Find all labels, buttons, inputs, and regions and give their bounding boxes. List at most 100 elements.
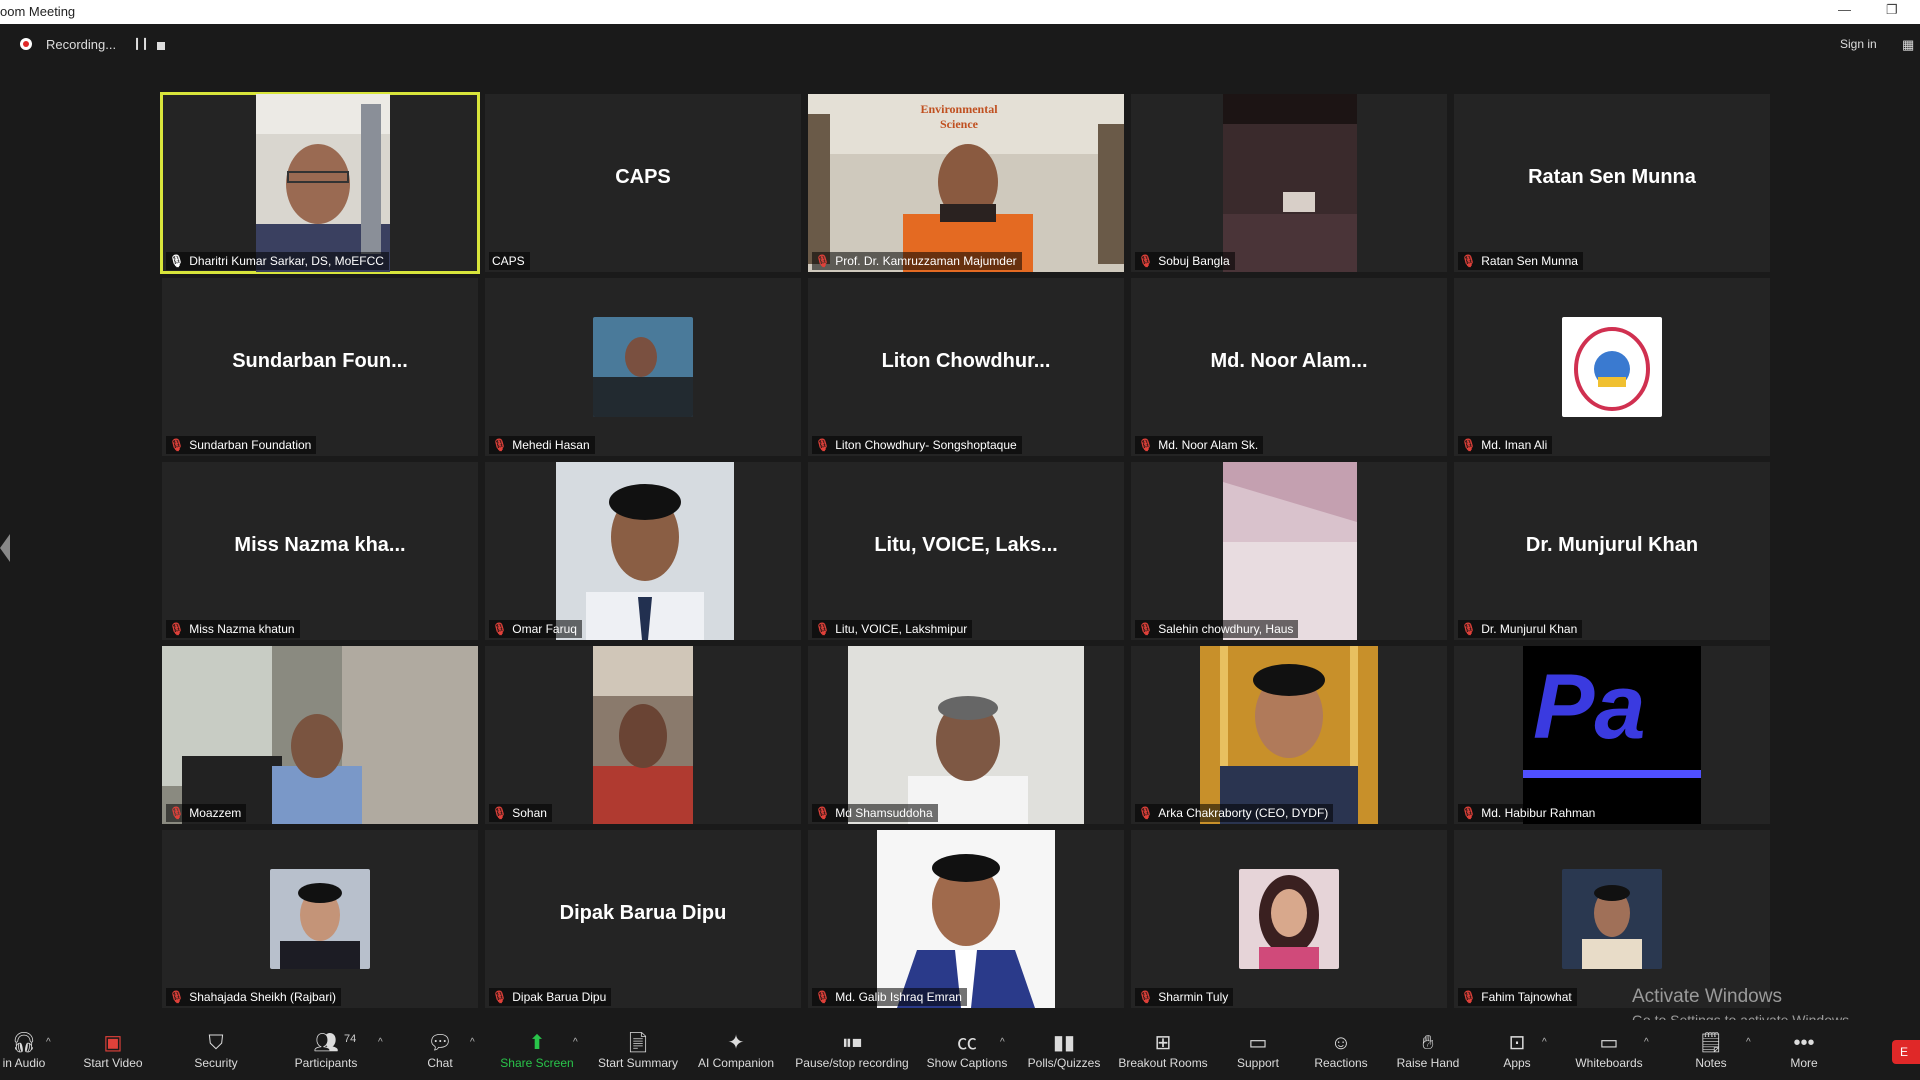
polls-quizzes-button[interactable]: ▮▮ Polls/Quizzes (1024, 1020, 1104, 1080)
participant-video: Pa (1523, 646, 1701, 824)
video-tile[interactable]: 🎙︎ Dharitri Kumar Sarkar, DS, MoEFCC (160, 92, 480, 274)
participant-display-name: Dr. Munjurul Khan (1525, 534, 1699, 556)
video-tile[interactable]: 🎙︎ Mehedi Hasan (485, 278, 801, 456)
view-grid-icon[interactable]: ▦ (1902, 37, 1914, 53)
audio-options-caret-icon[interactable]: ^ (46, 1037, 51, 1048)
notes-options-caret-icon[interactable]: ^ (1746, 1037, 1751, 1048)
video-tile[interactable]: Pa 🎙︎ Md. Habibur Rahman (1454, 646, 1770, 824)
captions-icon: ㏄ (957, 1032, 977, 1054)
video-tile[interactable]: Liton Chowdhur... 🎙︎ Liton Chowdhury- Son… (808, 278, 1124, 456)
security-button[interactable]: ⛉ Security (186, 1020, 246, 1080)
window-title: oom Meeting (0, 4, 76, 19)
apps-button[interactable]: ⊡ Apps (1494, 1020, 1540, 1080)
more-button[interactable]: ••• More (1782, 1020, 1826, 1080)
whiteboard-icon: ▭ (1599, 1032, 1619, 1054)
video-tile[interactable]: 🎙︎ Moazzem (162, 646, 478, 824)
video-tile[interactable]: 🎙︎ Omar Faruq (485, 462, 801, 640)
participant-avatar (1239, 869, 1339, 969)
video-tile[interactable]: 🎙︎ Md. Iman Ali (1454, 278, 1770, 456)
participant-avatar (593, 317, 693, 417)
breakout-rooms-button[interactable]: ⊞ Breakout Rooms (1116, 1020, 1210, 1080)
video-off-icon: ▣ (103, 1032, 123, 1054)
share-options-caret-icon[interactable]: ^ (573, 1037, 578, 1048)
participant-video (556, 462, 734, 640)
svg-text:Pa: Pa (1533, 656, 1646, 758)
video-tile[interactable]: Miss Nazma kha... 🎙︎ Miss Nazma khatun (162, 462, 478, 640)
window-title-bar: oom Meeting — ❐ (0, 0, 1920, 24)
mic-muted-icon: 🎙︎ (492, 622, 508, 636)
participant-video (256, 94, 390, 272)
video-tile[interactable]: Sundarban Foun... 🎙︎ Sundarban Foundation (162, 278, 478, 456)
video-tile[interactable]: 🎙︎ Shahajada Sheikh (Rajbari) (162, 830, 478, 1008)
raise-hand-icon: ✋︎ (1422, 1032, 1434, 1054)
mic-muted-icon: 🎙︎ (1138, 990, 1154, 1004)
video-tile[interactable]: Dipak Barua Dipu 🎙︎ Dipak Barua Dipu (485, 830, 801, 1008)
start-video-button[interactable]: ▣ Start Video (78, 1020, 148, 1080)
video-tile[interactable]: Md. Noor Alam... 🎙︎ Md. Noor Alam Sk. (1131, 278, 1447, 456)
pause-stop-icon: ⏸⏹ (842, 1032, 862, 1054)
mic-muted-icon: 🎙︎ (815, 622, 831, 636)
video-tile[interactable]: Dr. Munjurul Khan 🎙︎ Dr. Munjurul Khan (1454, 462, 1770, 640)
video-tile[interactable]: 🎙︎ Arka Chakraborty (CEO, DYDF) (1131, 646, 1447, 824)
participant-avatar (1562, 869, 1662, 969)
raise-hand-button[interactable]: ✋︎ Raise Hand (1392, 1020, 1464, 1080)
whiteboards-button[interactable]: ▭ Whiteboards (1568, 1020, 1650, 1080)
mic-muted-icon: 🎙︎ (1138, 254, 1154, 268)
notes-button[interactable]: 🗒︎ Notes (1688, 1020, 1734, 1080)
participant-avatar (270, 869, 370, 969)
meeting-toolbar: 🎧︎ in Audio ^ ▣ Start Video ⛉ Security 👥… (0, 1020, 1920, 1080)
reactions-icon: ☺ (1330, 1032, 1352, 1054)
participant-name-label: 🎙︎ Md. Habibur Rahman (1458, 804, 1601, 822)
microphone-icon: 🎙︎ (169, 254, 185, 268)
video-tile[interactable]: 🎙︎ Sobuj Bangla (1131, 94, 1447, 272)
participant-display-name: Dipak Barua Dipu (559, 902, 727, 924)
activate-windows-title: Activate Windows (1632, 986, 1782, 1007)
reactions-button[interactable]: ☺ Reactions (1304, 1020, 1378, 1080)
video-tile[interactable]: 🎙︎ Fahim Tajnowhat (1454, 830, 1770, 1008)
video-tile[interactable]: Environmental Science 🎙︎ Prof. Dr. Kamruz… (808, 94, 1124, 272)
pause-recording-icon[interactable]: ❙❙ (132, 36, 150, 50)
pause-stop-recording-button[interactable]: ⏸⏹ Pause/stop recording (790, 1020, 914, 1080)
participants-button[interactable]: 👥︎ Participants (290, 1020, 362, 1080)
video-tile[interactable]: CAPS CAPS (485, 94, 801, 272)
captions-options-caret-icon[interactable]: ^ (1000, 1037, 1005, 1048)
participant-name-label: 🎙︎ Dr. Munjurul Khan (1458, 620, 1583, 638)
video-tile[interactable]: 🎙︎ Md. Galib Ishraq Emran (808, 830, 1124, 1008)
show-captions-button[interactable]: ㏄ Show Captions (924, 1020, 1010, 1080)
chat-options-caret-icon[interactable]: ^ (470, 1037, 475, 1048)
video-tile[interactable]: 🎙︎ Sharmin Tuly (1131, 830, 1447, 1008)
participants-options-caret-icon[interactable]: ^ (378, 1037, 383, 1048)
participant-name-label: CAPS (489, 252, 530, 270)
stop-recording-icon[interactable] (157, 42, 165, 50)
participant-name-label: 🎙︎ Dipak Barua Dipu (489, 988, 612, 1006)
whiteboards-options-caret-icon[interactable]: ^ (1644, 1037, 1649, 1048)
video-tile[interactable]: Ratan Sen Munna 🎙︎ Ratan Sen Munna (1454, 94, 1770, 272)
chat-button[interactable]: 💬︎ Chat (420, 1020, 460, 1080)
share-screen-icon: ⬆ (528, 1032, 546, 1054)
participant-avatar (1562, 317, 1662, 417)
participants-count: 74 (344, 1033, 357, 1045)
previous-page-arrow-icon[interactable] (0, 534, 10, 562)
video-tile[interactable]: Litu, VOICE, Laks... 🎙︎ Litu, VOICE, Laks… (808, 462, 1124, 640)
mic-muted-icon: 🎙︎ (1461, 254, 1477, 268)
restore-icon[interactable]: ❐ (1886, 2, 1898, 18)
support-button[interactable]: ▭ Support (1226, 1020, 1290, 1080)
sign-in-link[interactable]: Sign in (1840, 37, 1877, 51)
more-dots-icon: ••• (1793, 1032, 1815, 1054)
video-tile[interactable]: 🎙︎ Sohan (485, 646, 801, 824)
mic-muted-icon: 🎙︎ (169, 806, 185, 820)
apps-options-caret-icon[interactable]: ^ (1542, 1037, 1547, 1048)
mic-muted-icon: 🎙︎ (1461, 990, 1477, 1004)
headphones-icon: 🎧︎ (11, 1032, 37, 1054)
participant-name-label: 🎙︎ Liton Chowdhury- Songshoptaque (812, 436, 1022, 454)
participant-name-label: 🎙︎ Sobuj Bangla (1135, 252, 1235, 270)
start-summary-button[interactable]: 📄︎ Start Summary (594, 1020, 682, 1080)
share-screen-button[interactable]: ⬆ Share Screen (498, 1020, 576, 1080)
ai-companion-button[interactable]: ✦ AI Companion (694, 1020, 778, 1080)
end-meeting-button[interactable]: E (1892, 1040, 1920, 1064)
minimize-icon[interactable]: — (1838, 2, 1851, 17)
join-audio-button[interactable]: 🎧︎ in Audio (0, 1020, 48, 1080)
video-tile[interactable]: 🎙︎ Md Shamsuddoha (808, 646, 1124, 824)
video-tile[interactable]: 🎙︎ Salehin chowdhury, Haus (1131, 462, 1447, 640)
participant-name-label: 🎙︎ Sundarban Foundation (166, 436, 317, 454)
